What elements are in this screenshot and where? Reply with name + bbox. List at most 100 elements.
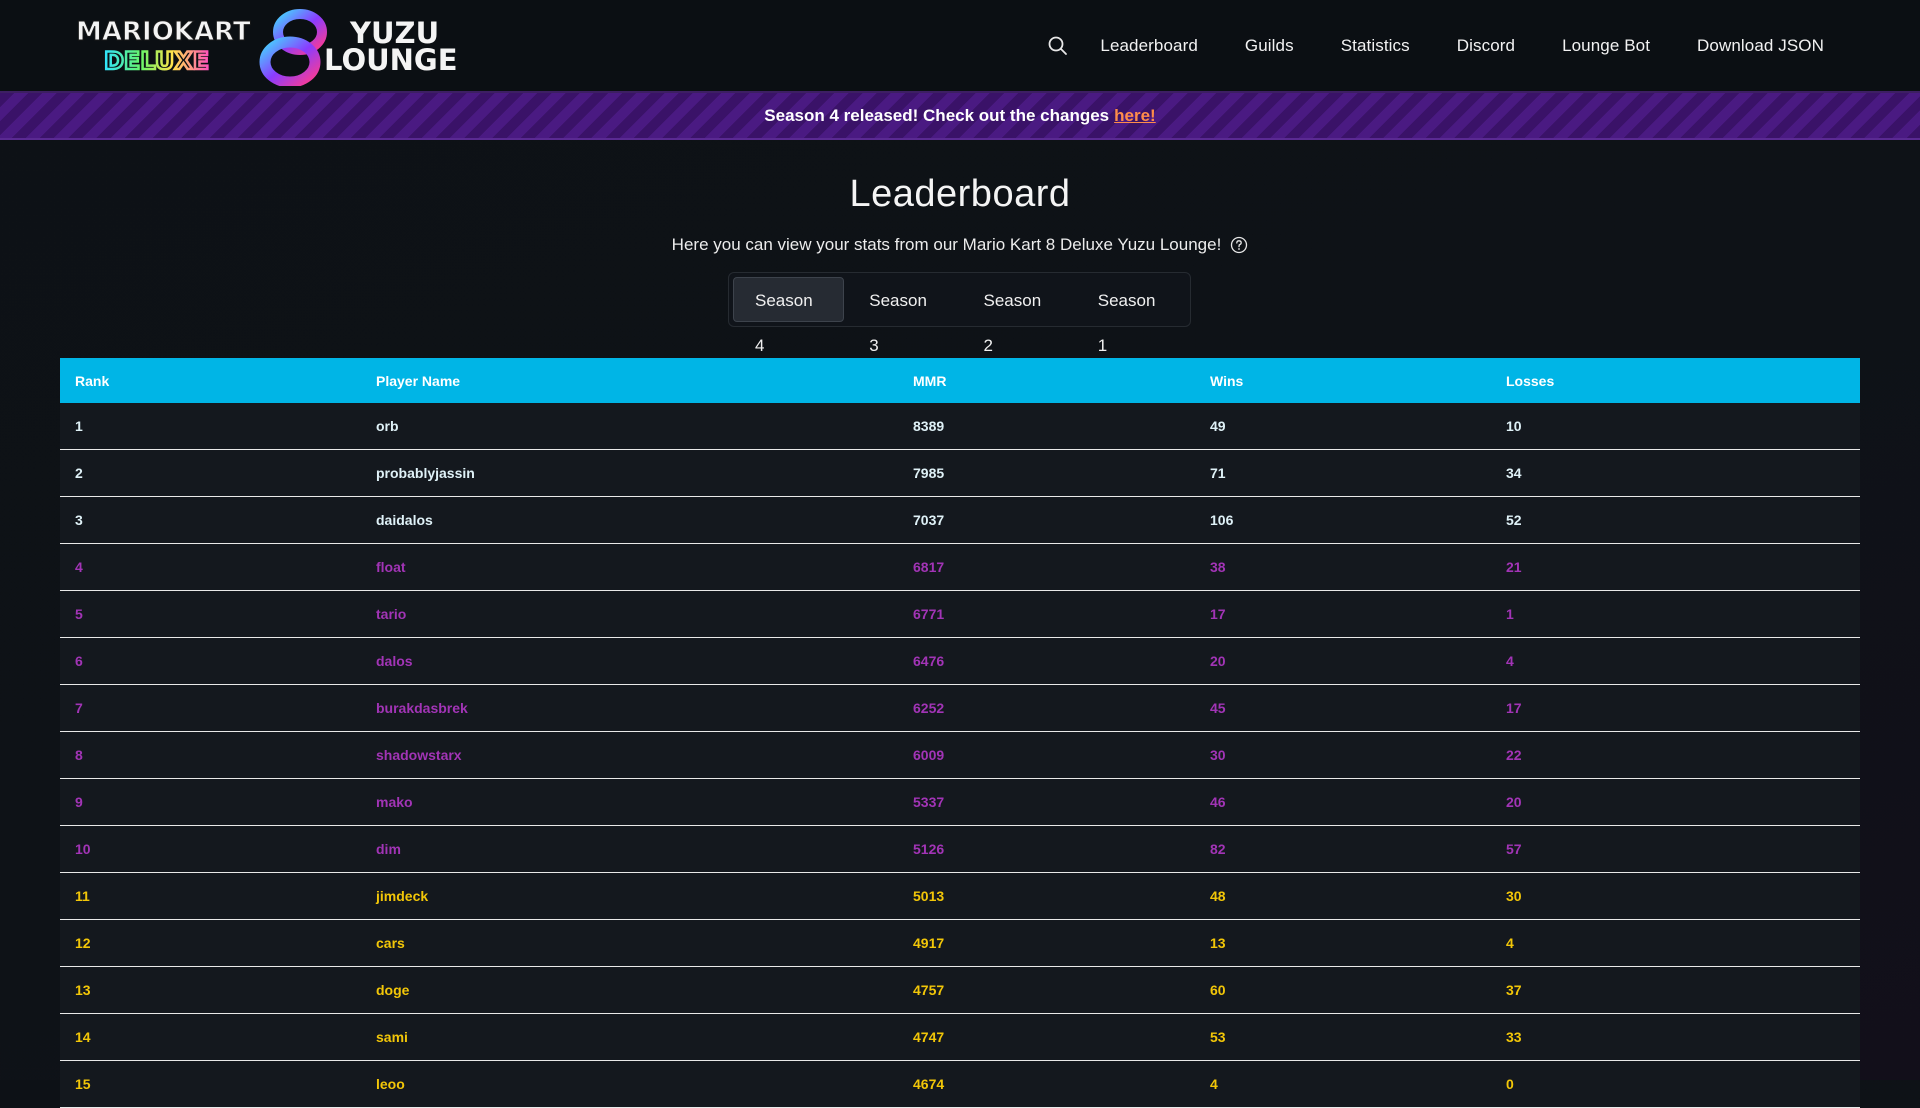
season-selector: Season 4 Season 3 Season 2 Season 1: [728, 272, 1191, 355]
cell-player-name[interactable]: doge: [361, 982, 898, 998]
leaderboard-table: Rank Player Name MMR Wins Losses 1 orb 838…: [60, 358, 1860, 1108]
cell-rank: 2: [75, 465, 83, 481]
cell-wins: 30: [1210, 747, 1226, 763]
table-row[interactable]: 9 mako 5337 46 20: [60, 779, 1860, 826]
table-header: Rank Player Name MMR Wins Losses: [60, 358, 1860, 403]
cell-mmr: 5013: [913, 888, 945, 904]
cell-mmr: 4674: [913, 1076, 945, 1092]
subtitle-text: Here you can view your stats from our Ma…: [671, 235, 1222, 254]
table-row[interactable]: 12 cars 4917 13 4: [60, 920, 1860, 967]
announcement-banner: Season 4 released! Check out the changes…: [0, 93, 1920, 140]
cell-player-name[interactable]: shadowstarx: [361, 747, 898, 763]
cell-wins: 60: [1210, 982, 1226, 998]
cell-wins: 71: [1210, 465, 1226, 481]
cell-rank: 7: [75, 700, 83, 716]
table-body: 1 orb 8389 49 10 2 probablyjassin 7985 71 34 3 daid…: [60, 403, 1860, 1108]
cell-mmr: 6817: [913, 559, 945, 575]
table-row[interactable]: 14 sami 4747 53 33: [60, 1014, 1860, 1061]
cell-player-name[interactable]: jimdeck: [361, 888, 898, 904]
cell-player-name[interactable]: tario: [361, 606, 898, 622]
cell-mmr: 6476: [913, 653, 945, 669]
table-row[interactable]: 5 tario 6771 17 1: [60, 591, 1860, 638]
cell-player-name[interactable]: dalos: [361, 653, 898, 669]
nav-download-json[interactable]: Download JSON: [1697, 36, 1824, 56]
cell-player-name[interactable]: leoo: [361, 1076, 898, 1092]
cell-wins: 13: [1210, 935, 1226, 951]
cell-losses: 57: [1506, 841, 1522, 857]
cell-player-name[interactable]: orb: [361, 418, 898, 434]
cell-wins: 49: [1210, 418, 1226, 434]
svg-text:DELUXE: DELUXE: [104, 47, 209, 75]
cell-rank: 9: [75, 794, 83, 810]
cell-wins: 20: [1210, 653, 1226, 669]
cell-mmr: 4757: [913, 982, 945, 998]
table-row[interactable]: 4 float 6817 38 21: [60, 544, 1860, 591]
cell-player-name[interactable]: dim: [361, 841, 898, 857]
cell-wins: 106: [1210, 512, 1234, 528]
nav-guilds[interactable]: Guilds: [1245, 36, 1294, 56]
table-row[interactable]: 11 jimdeck 5013 48 30: [60, 873, 1860, 920]
cell-rank: 5: [75, 606, 83, 622]
cell-losses: 20: [1506, 794, 1522, 810]
cell-wins: 38: [1210, 559, 1226, 575]
logo-graphic: MARIOKART DELUXE YUZU LOUNGE: [76, 9, 458, 86]
cell-wins: 45: [1210, 700, 1226, 716]
cell-losses: 1: [1506, 606, 1514, 622]
page-subtitle: Here you can view your stats from our Ma…: [0, 235, 1920, 255]
cell-player-name[interactable]: float: [361, 559, 898, 575]
cell-player-name[interactable]: probablyjassin: [361, 465, 898, 481]
cell-losses: 17: [1506, 700, 1522, 716]
nav-lounge-bot[interactable]: Lounge Bot: [1562, 36, 1650, 56]
cell-wins: 4: [1210, 1076, 1218, 1092]
cell-losses: 30: [1506, 888, 1522, 904]
mario-kart-yuzu-lounge-logo[interactable]: MARIOKART DELUXE YUZU LOUNGE: [74, 6, 474, 86]
cell-player-name[interactable]: cars: [361, 935, 898, 951]
column-header-losses[interactable]: Losses: [1491, 373, 1860, 389]
tab-season-3[interactable]: Season 3: [847, 277, 958, 355]
cell-wins: 17: [1210, 606, 1226, 622]
cell-rank: 8: [75, 747, 83, 763]
cell-losses: 4: [1506, 935, 1514, 951]
cell-mmr: 6771: [913, 606, 945, 622]
table-row[interactable]: 1 orb 8389 49 10: [60, 403, 1860, 450]
column-header-wins[interactable]: Wins: [1195, 373, 1491, 389]
cell-rank: 3: [75, 512, 83, 528]
cell-mmr: 5126: [913, 841, 945, 857]
help-circle-icon[interactable]: [1230, 236, 1248, 254]
table-row[interactable]: 13 doge 4757 60 37: [60, 967, 1860, 1014]
cell-rank: 11: [75, 888, 90, 904]
table-row[interactable]: 8 shadowstarx 6009 30 22: [60, 732, 1860, 779]
tab-season-1[interactable]: Season 1: [1076, 277, 1187, 355]
search-icon[interactable]: [1046, 34, 1070, 58]
cell-player-name[interactable]: mako: [361, 794, 898, 810]
cell-player-name[interactable]: sami: [361, 1029, 898, 1045]
tab-season-4[interactable]: Season 4: [733, 277, 845, 355]
table-row[interactable]: 6 dalos 6476 20 4: [60, 638, 1860, 685]
cell-player-name[interactable]: burakdasbrek: [361, 700, 898, 716]
cell-losses: 21: [1506, 559, 1522, 575]
tab-season-2[interactable]: Season 2: [962, 277, 1073, 355]
table-row[interactable]: 2 probablyjassin 7985 71 34: [60, 450, 1860, 497]
table-row[interactable]: 7 burakdasbrek 6252 45 17: [60, 685, 1860, 732]
cell-rank: 15: [75, 1076, 91, 1092]
table-row[interactable]: 10 dim 5126 82 57: [60, 826, 1860, 873]
cell-losses: 34: [1506, 465, 1522, 481]
column-header-player-name[interactable]: Player Name: [361, 373, 898, 389]
table-row[interactable]: 15 leoo 4674 4 0: [60, 1061, 1860, 1108]
column-header-rank[interactable]: Rank: [60, 373, 361, 389]
cell-rank: 10: [75, 841, 91, 857]
nav-leaderboard[interactable]: Leaderboard: [1100, 36, 1198, 56]
cell-rank: 12: [75, 935, 91, 951]
table-row[interactable]: 3 daidalos 7037 106 52: [60, 497, 1860, 544]
cell-losses: 10: [1506, 418, 1522, 434]
banner-link[interactable]: here!: [1114, 106, 1156, 126]
column-header-mmr[interactable]: MMR: [898, 373, 1195, 389]
cell-player-name[interactable]: daidalos: [361, 512, 898, 528]
svg-text:MARIOKART: MARIOKART: [76, 17, 251, 47]
cell-mmr: 6252: [913, 700, 945, 716]
cell-mmr: 8389: [913, 418, 945, 434]
nav-discord[interactable]: Discord: [1457, 36, 1515, 56]
cell-wins: 82: [1210, 841, 1226, 857]
cell-rank: 1: [75, 418, 83, 434]
nav-statistics[interactable]: Statistics: [1341, 36, 1410, 56]
